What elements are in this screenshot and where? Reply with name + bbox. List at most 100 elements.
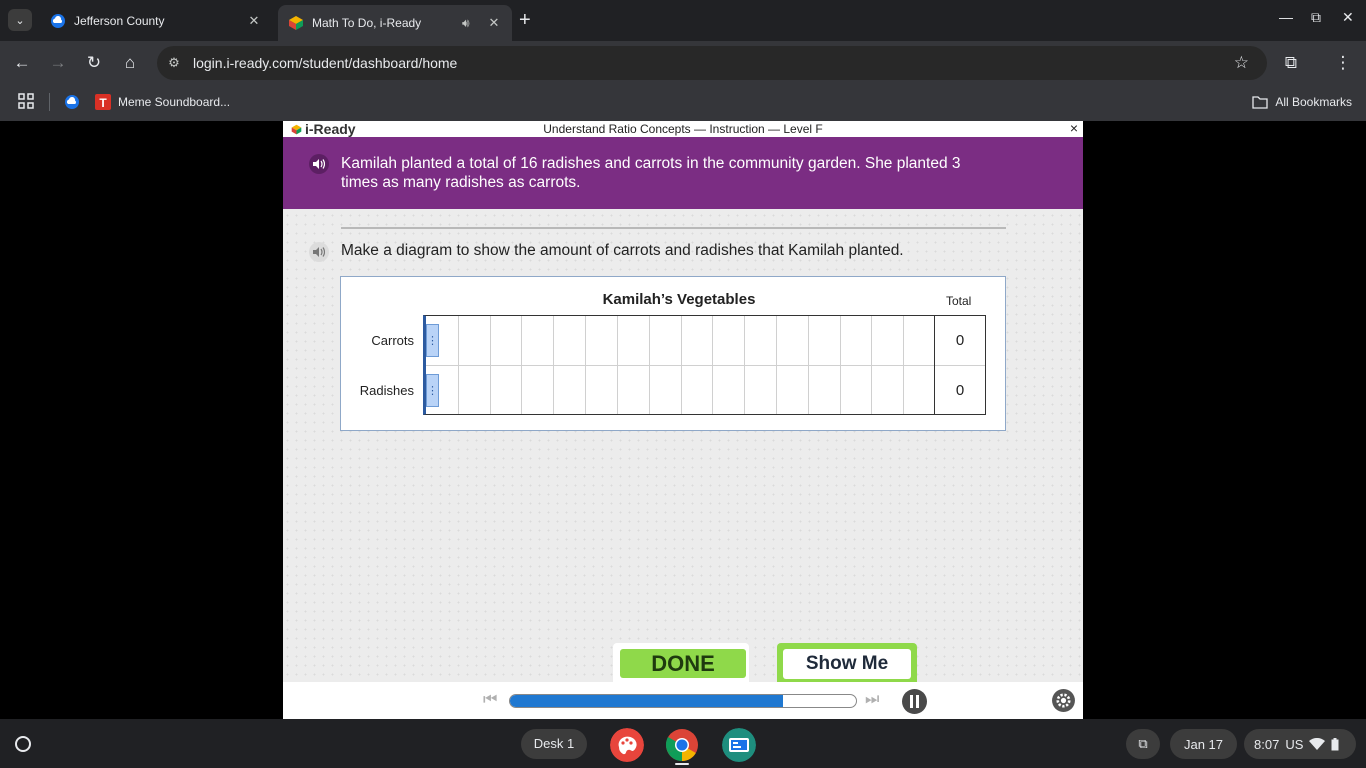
tab-math-to-do[interactable]: Math To Do, i-Ready 🔊︎ ✕ (278, 5, 512, 41)
cloud-favicon-icon (65, 95, 79, 109)
bookmark-cloud[interactable] (64, 92, 80, 112)
grid-column-line (775, 316, 777, 414)
grid-column-line (585, 316, 587, 414)
playback-controls: ⏮ ⏭ (283, 682, 1083, 719)
done-button[interactable]: DONE (613, 643, 749, 683)
skip-forward-icon[interactable]: ⏭ (865, 691, 879, 709)
lesson-title: Understand Ratio Concepts — Instruction … (543, 122, 823, 136)
input-locale: US (1285, 736, 1304, 752)
diagram-grid[interactable]: ⋮ ⋮ (423, 315, 935, 415)
browser-tab-strip: ⌄ Jefferson County ✕ Math To Do, i-Ready… (0, 0, 1366, 41)
home-icon[interactable]: ⌂ (118, 51, 142, 75)
read-aloud-speaker-icon[interactable] (309, 154, 329, 174)
row-label-radishes: Radishes (359, 383, 414, 398)
close-tab-icon[interactable]: ✕ (246, 13, 262, 29)
bookmarks-bar: T Meme Soundboard... All Bookmarks (0, 85, 1366, 121)
bookmark-meme-soundboard[interactable]: T Meme Soundboard... (95, 92, 230, 112)
radishes-drag-handle[interactable]: ⋮ (426, 374, 439, 407)
grid-column-line (744, 316, 746, 414)
classroom-app-icon[interactable] (722, 728, 756, 762)
restore-icon[interactable]: ⧉ (1311, 9, 1321, 26)
all-bookmarks-button[interactable]: All Bookmarks (1252, 92, 1352, 112)
all-bookmarks-label: All Bookmarks (1275, 95, 1352, 109)
desk-button[interactable]: Desk 1 (521, 729, 587, 759)
show-me-button-label: Show Me (783, 649, 911, 679)
grid-column-line (680, 316, 682, 414)
holding-space-icon[interactable]: ⧉ (1126, 729, 1160, 759)
problem-banner: Kamilah planted a total of 16 radishes a… (283, 137, 1083, 209)
grid-column-line (616, 316, 618, 414)
minimize-icon[interactable]: — (1279, 9, 1293, 25)
status-tray[interactable]: 8:07 US (1244, 729, 1356, 759)
settings-gear-icon[interactable] (1051, 688, 1076, 713)
total-header: Total (946, 294, 972, 308)
grid-column-line (903, 316, 905, 414)
cloud-favicon-icon (51, 13, 65, 28)
browser-toolbar: ← → ↻ ⌂ ⚙ login.i-ready.com/student/dash… (0, 41, 1366, 85)
wifi-icon (1309, 738, 1326, 750)
folder-icon (1252, 96, 1268, 109)
pause-button[interactable] (902, 689, 927, 714)
tape-diagram: Kamilah’s Vegetables Total Carrots Radis… (340, 276, 1006, 431)
launcher-icon[interactable] (15, 736, 31, 752)
lesson-header: i-Ready Understand Ratio Concepts — Inst… (283, 120, 1083, 137)
system-shelf: Desk 1 ⧉ Jan 17 8:07 US (0, 719, 1366, 768)
url-text[interactable]: login.i-ready.com/student/dashboard/home (193, 55, 457, 71)
svg-text:T: T (99, 96, 107, 110)
carrots-drag-handle[interactable]: ⋮ (426, 324, 439, 357)
done-button-label: DONE (620, 649, 746, 678)
grid-column-line (521, 316, 523, 414)
new-tab-button[interactable]: + (519, 9, 531, 31)
forward-icon[interactable]: → (46, 51, 70, 75)
apps-grid-icon[interactable] (18, 93, 34, 109)
section-divider (341, 227, 1006, 229)
grid-column-line (871, 316, 873, 414)
grid-column-line (807, 316, 809, 414)
tab-title: Math To Do, i-Ready (312, 16, 422, 30)
grid-column-line (457, 316, 459, 414)
tab-search-button[interactable]: ⌄ (8, 9, 32, 31)
date-button[interactable]: Jan 17 (1170, 729, 1237, 759)
t-favicon-icon: T (95, 94, 111, 110)
address-bar[interactable]: ⚙ login.i-ready.com/student/dashboard/ho… (157, 46, 1267, 80)
prompt-speaker-icon[interactable] (309, 242, 329, 262)
site-settings-icon[interactable]: ⚙ (165, 54, 183, 72)
row-label-carrots: Carrots (371, 333, 414, 348)
iready-cube-favicon-icon (289, 16, 303, 30)
more-menu-icon[interactable]: ⋮ (1331, 51, 1355, 75)
extensions-icon[interactable]: ⧉ (1279, 51, 1303, 75)
grid-column-line (712, 316, 714, 414)
diagram-title: Kamilah’s Vegetables (602, 291, 756, 308)
back-icon[interactable]: ← (10, 51, 34, 75)
lesson-progress-bar (509, 694, 857, 708)
grid-column-line (839, 316, 841, 414)
grid-column-line (553, 316, 555, 414)
radishes-total: 0 (955, 382, 965, 399)
totals-divider (935, 365, 985, 366)
tab-title: Jefferson County (74, 13, 165, 28)
bookmark-star-icon[interactable]: ☆ (1234, 53, 1249, 73)
bookmarks-separator (49, 93, 50, 111)
carrots-total: 0 (955, 332, 965, 349)
battery-icon (1331, 737, 1339, 750)
close-lesson-button[interactable]: × (1070, 120, 1078, 136)
bookmark-label: Meme Soundboard... (118, 95, 231, 109)
page-viewport: i-Ready Understand Ratio Concepts — Inst… (0, 120, 1366, 719)
skip-back-icon[interactable]: ⏮ (483, 691, 497, 709)
clock-time: 8:07 (1254, 736, 1280, 752)
grid-column-line (489, 316, 491, 414)
chrome-app-icon[interactable] (665, 728, 699, 762)
tab-audio-icon[interactable]: 🔊︎ (462, 16, 478, 31)
reload-icon[interactable]: ↻ (82, 51, 106, 75)
show-me-button[interactable]: Show Me (777, 643, 917, 683)
totals-column: 0 0 (934, 315, 986, 415)
prompt-text: Make a diagram to show the amount of car… (341, 242, 904, 259)
grid-column-line (648, 316, 650, 414)
progress-fill (510, 695, 784, 707)
problem-text: Kamilah planted a total of 16 radishes a… (341, 155, 961, 191)
canvas-paint-app-icon[interactable] (610, 728, 644, 762)
close-window-icon[interactable]: ✕ (1342, 9, 1354, 26)
close-tab-icon[interactable]: ✕ (486, 15, 502, 31)
tab-jefferson-county[interactable]: Jefferson County ✕ (40, 5, 272, 36)
iready-lesson-frame: i-Ready Understand Ratio Concepts — Inst… (283, 120, 1083, 719)
